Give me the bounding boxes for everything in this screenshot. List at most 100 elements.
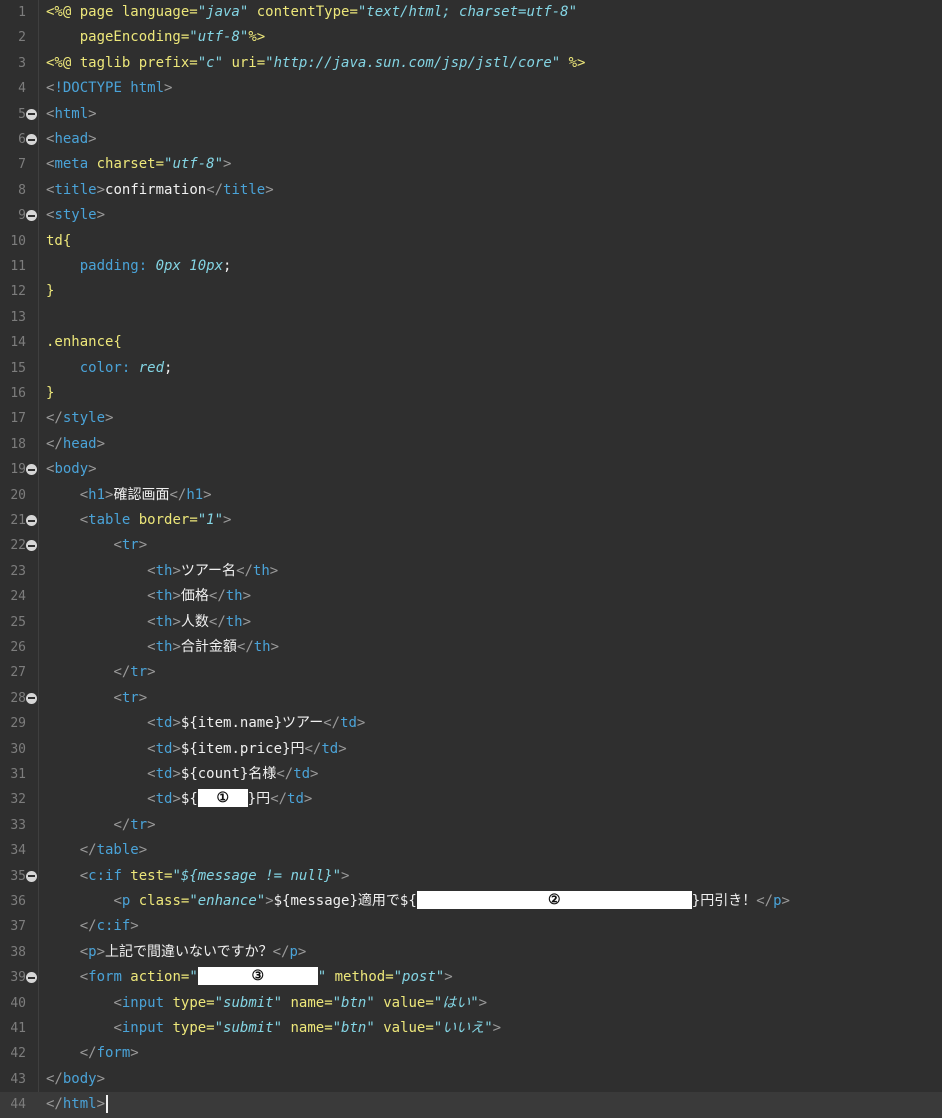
code-text[interactable]: </head> (46, 432, 105, 457)
code-text[interactable]: </style> (46, 406, 113, 431)
code-text[interactable]: } (46, 279, 54, 304)
code-line[interactable]: 19 <body> (0, 457, 942, 482)
code-line[interactable]: 40 <input type="submit" name="btn" value… (0, 991, 942, 1016)
code-token: > (492, 1020, 502, 1036)
code-line[interactable]: 33 </tr> (0, 813, 942, 838)
code-text[interactable]: <p>上記で間違いないですか？</p> (46, 940, 307, 965)
code-text[interactable]: <head> (46, 127, 97, 152)
code-line[interactable]: 28 <tr> (0, 686, 942, 711)
code-line[interactable]: 26 <th>合計金額</th> (0, 635, 942, 660)
code-line[interactable]: 18 </head> (0, 432, 942, 457)
code-text[interactable]: <title>confirmation</title> (46, 178, 274, 203)
fold-collapse-icon[interactable] (26, 464, 37, 476)
code-line[interactable]: 3 <%@ taglib prefix="c" uri="http://java.… (0, 51, 942, 76)
code-line[interactable]: 34 </table> (0, 838, 942, 863)
fold-collapse-icon[interactable] (26, 210, 37, 222)
code-text[interactable]: color: red; (46, 356, 173, 381)
code-text[interactable]: </table> (46, 838, 147, 863)
code-text[interactable]: <h1>確認画面</h1> (46, 483, 212, 508)
line-number: 11 (10, 259, 26, 274)
code-text[interactable]: <th>価格</th> (46, 584, 251, 609)
code-text[interactable]: <meta charset="utf-8"> (46, 152, 231, 177)
code-line[interactable]: 15 color: red; (0, 356, 942, 381)
code-text[interactable]: <%@ taglib prefix="c" uri="http://java.s… (46, 51, 585, 76)
fold-collapse-icon[interactable] (26, 870, 37, 882)
code-text[interactable]: <c:if test="${message != null}"> (46, 864, 350, 889)
code-line[interactable]: 2 pageEncoding="utf-8"%> (0, 25, 942, 50)
code-editor[interactable]: 1 <%@ page language="java" contentType="t… (0, 0, 942, 1118)
fold-collapse-icon[interactable] (26, 515, 37, 526)
code-text[interactable]: </form> (46, 1041, 139, 1066)
code-line[interactable]: 35 <c:if test="${message != null}"> (0, 864, 942, 889)
code-line[interactable]: 27 </tr> (0, 660, 942, 685)
fold-collapse-icon[interactable] (26, 972, 37, 984)
code-text[interactable]: </c:if> (46, 914, 139, 939)
code-text[interactable]: padding: 0px 10px; (46, 254, 232, 279)
code-text[interactable]: <th>ツアー名</th> (46, 559, 278, 584)
code-text[interactable]: <tr> (46, 533, 147, 558)
code-text[interactable]: td{ (46, 229, 71, 254)
code-text[interactable]: <th>合計金額</th> (46, 635, 279, 660)
code-line[interactable]: 24 <th>価格</th> (0, 584, 942, 609)
fold-collapse-icon[interactable] (26, 692, 37, 704)
code-text[interactable]: <body> (46, 457, 97, 482)
code-line[interactable]: 43 </body> (0, 1067, 942, 1092)
code-line[interactable]: 7 <meta charset="utf-8"> (0, 152, 942, 177)
code-text[interactable]: <!DOCTYPE html> (46, 76, 172, 101)
code-line[interactable]: 12} (0, 279, 942, 304)
code-text[interactable]: <th>人数</th> (46, 610, 251, 635)
code-text[interactable]: <p class="enhance">${message}適用で${②}円引き！… (46, 889, 790, 914)
code-text[interactable]: <td>${①}円</td> (46, 787, 312, 812)
code-line[interactable]: 14 .enhance{ (0, 330, 942, 355)
code-line[interactable]: 31 <td>${count}名様</td> (0, 762, 942, 787)
code-line[interactable]: 5 <html> (0, 102, 942, 127)
code-text[interactable]: <td>${item.price}円</td> (46, 737, 346, 762)
code-text[interactable]: <html> (46, 102, 97, 127)
code-line[interactable]: 22 <tr> (0, 533, 942, 558)
fold-collapse-icon[interactable] (26, 108, 37, 120)
code-text[interactable]: <td>${count}名様</td> (46, 762, 318, 787)
code-line[interactable]: 11 padding: 0px 10px; (0, 254, 942, 279)
code-text[interactable]: <style> (46, 203, 105, 228)
code-line[interactable]: 30 <td>${item.price}円</td> (0, 737, 942, 762)
code-line[interactable]: 25 <th>人数</th> (0, 610, 942, 635)
code-token: 0px 10px (155, 258, 224, 274)
code-line[interactable]: 9 <style> (0, 203, 942, 228)
code-line[interactable]: 38 <p>上記で間違いないですか？</p> (0, 940, 942, 965)
fold-collapse-icon[interactable] (26, 134, 37, 145)
code-line[interactable]: 4 <!DOCTYPE html> (0, 76, 942, 101)
code-line[interactable]: 41 <input type="submit" name="btn" value… (0, 1016, 942, 1041)
code-line[interactable]: 10 td{ (0, 229, 942, 254)
code-line[interactable]: 29 <td>${item.name}ツアー</td> (0, 711, 942, 736)
code-text[interactable]: <input type="submit" name="btn" value="い… (46, 1016, 501, 1041)
code-text[interactable]: <td>${item.name}ツアー</td> (46, 711, 365, 736)
code-text[interactable]: <input type="submit" name="btn" value="は… (46, 991, 487, 1016)
fold-collapse-icon[interactable] (26, 540, 37, 552)
code-line[interactable]: 39 <form action=" ③ " method="post"> (0, 965, 942, 990)
code-text[interactable]: } (46, 381, 54, 406)
code-token: > (269, 562, 279, 579)
code-text[interactable]: pageEncoding="utf-8"%> (46, 25, 265, 50)
code-line[interactable]: 23 <th>ツアー名</th> (0, 559, 942, 584)
code-text[interactable]: <form action=" ③ " method="post"> (46, 965, 453, 990)
code-line[interactable]: 42 </form> (0, 1041, 942, 1066)
code-token: .enhance{ (46, 334, 122, 351)
code-line[interactable]: 32 <td>${①}円</td> (0, 787, 942, 812)
code-line[interactable]: 20 <h1>確認画面</h1> (0, 483, 942, 508)
code-line[interactable]: 1 <%@ page language="java" contentType="t… (0, 0, 942, 25)
code-text[interactable]: <%@ page language="java" contentType="te… (46, 0, 577, 25)
code-text[interactable]: <table border="1"> (46, 508, 232, 533)
code-text[interactable]: </tr> (46, 813, 155, 838)
code-text[interactable]: <tr> (46, 686, 147, 711)
code-line[interactable]: 36 <p class="enhance">${message}適用で${②}円… (0, 889, 942, 914)
code-line[interactable]: 37 </c:if> (0, 914, 942, 939)
code-text[interactable]: .enhance{ (46, 330, 122, 355)
code-line[interactable]: 17 </style> (0, 406, 942, 431)
code-text[interactable]: </body> (46, 1067, 105, 1092)
code-line[interactable]: 6 <head> (0, 127, 942, 152)
code-text[interactable]: </tr> (46, 660, 155, 685)
code-line[interactable]: 8 <title>confirmation</title> (0, 178, 942, 203)
code-line[interactable]: 13 (0, 305, 942, 330)
code-line[interactable]: 16} (0, 381, 942, 406)
code-line[interactable]: 21 <table border="1"> (0, 508, 942, 533)
